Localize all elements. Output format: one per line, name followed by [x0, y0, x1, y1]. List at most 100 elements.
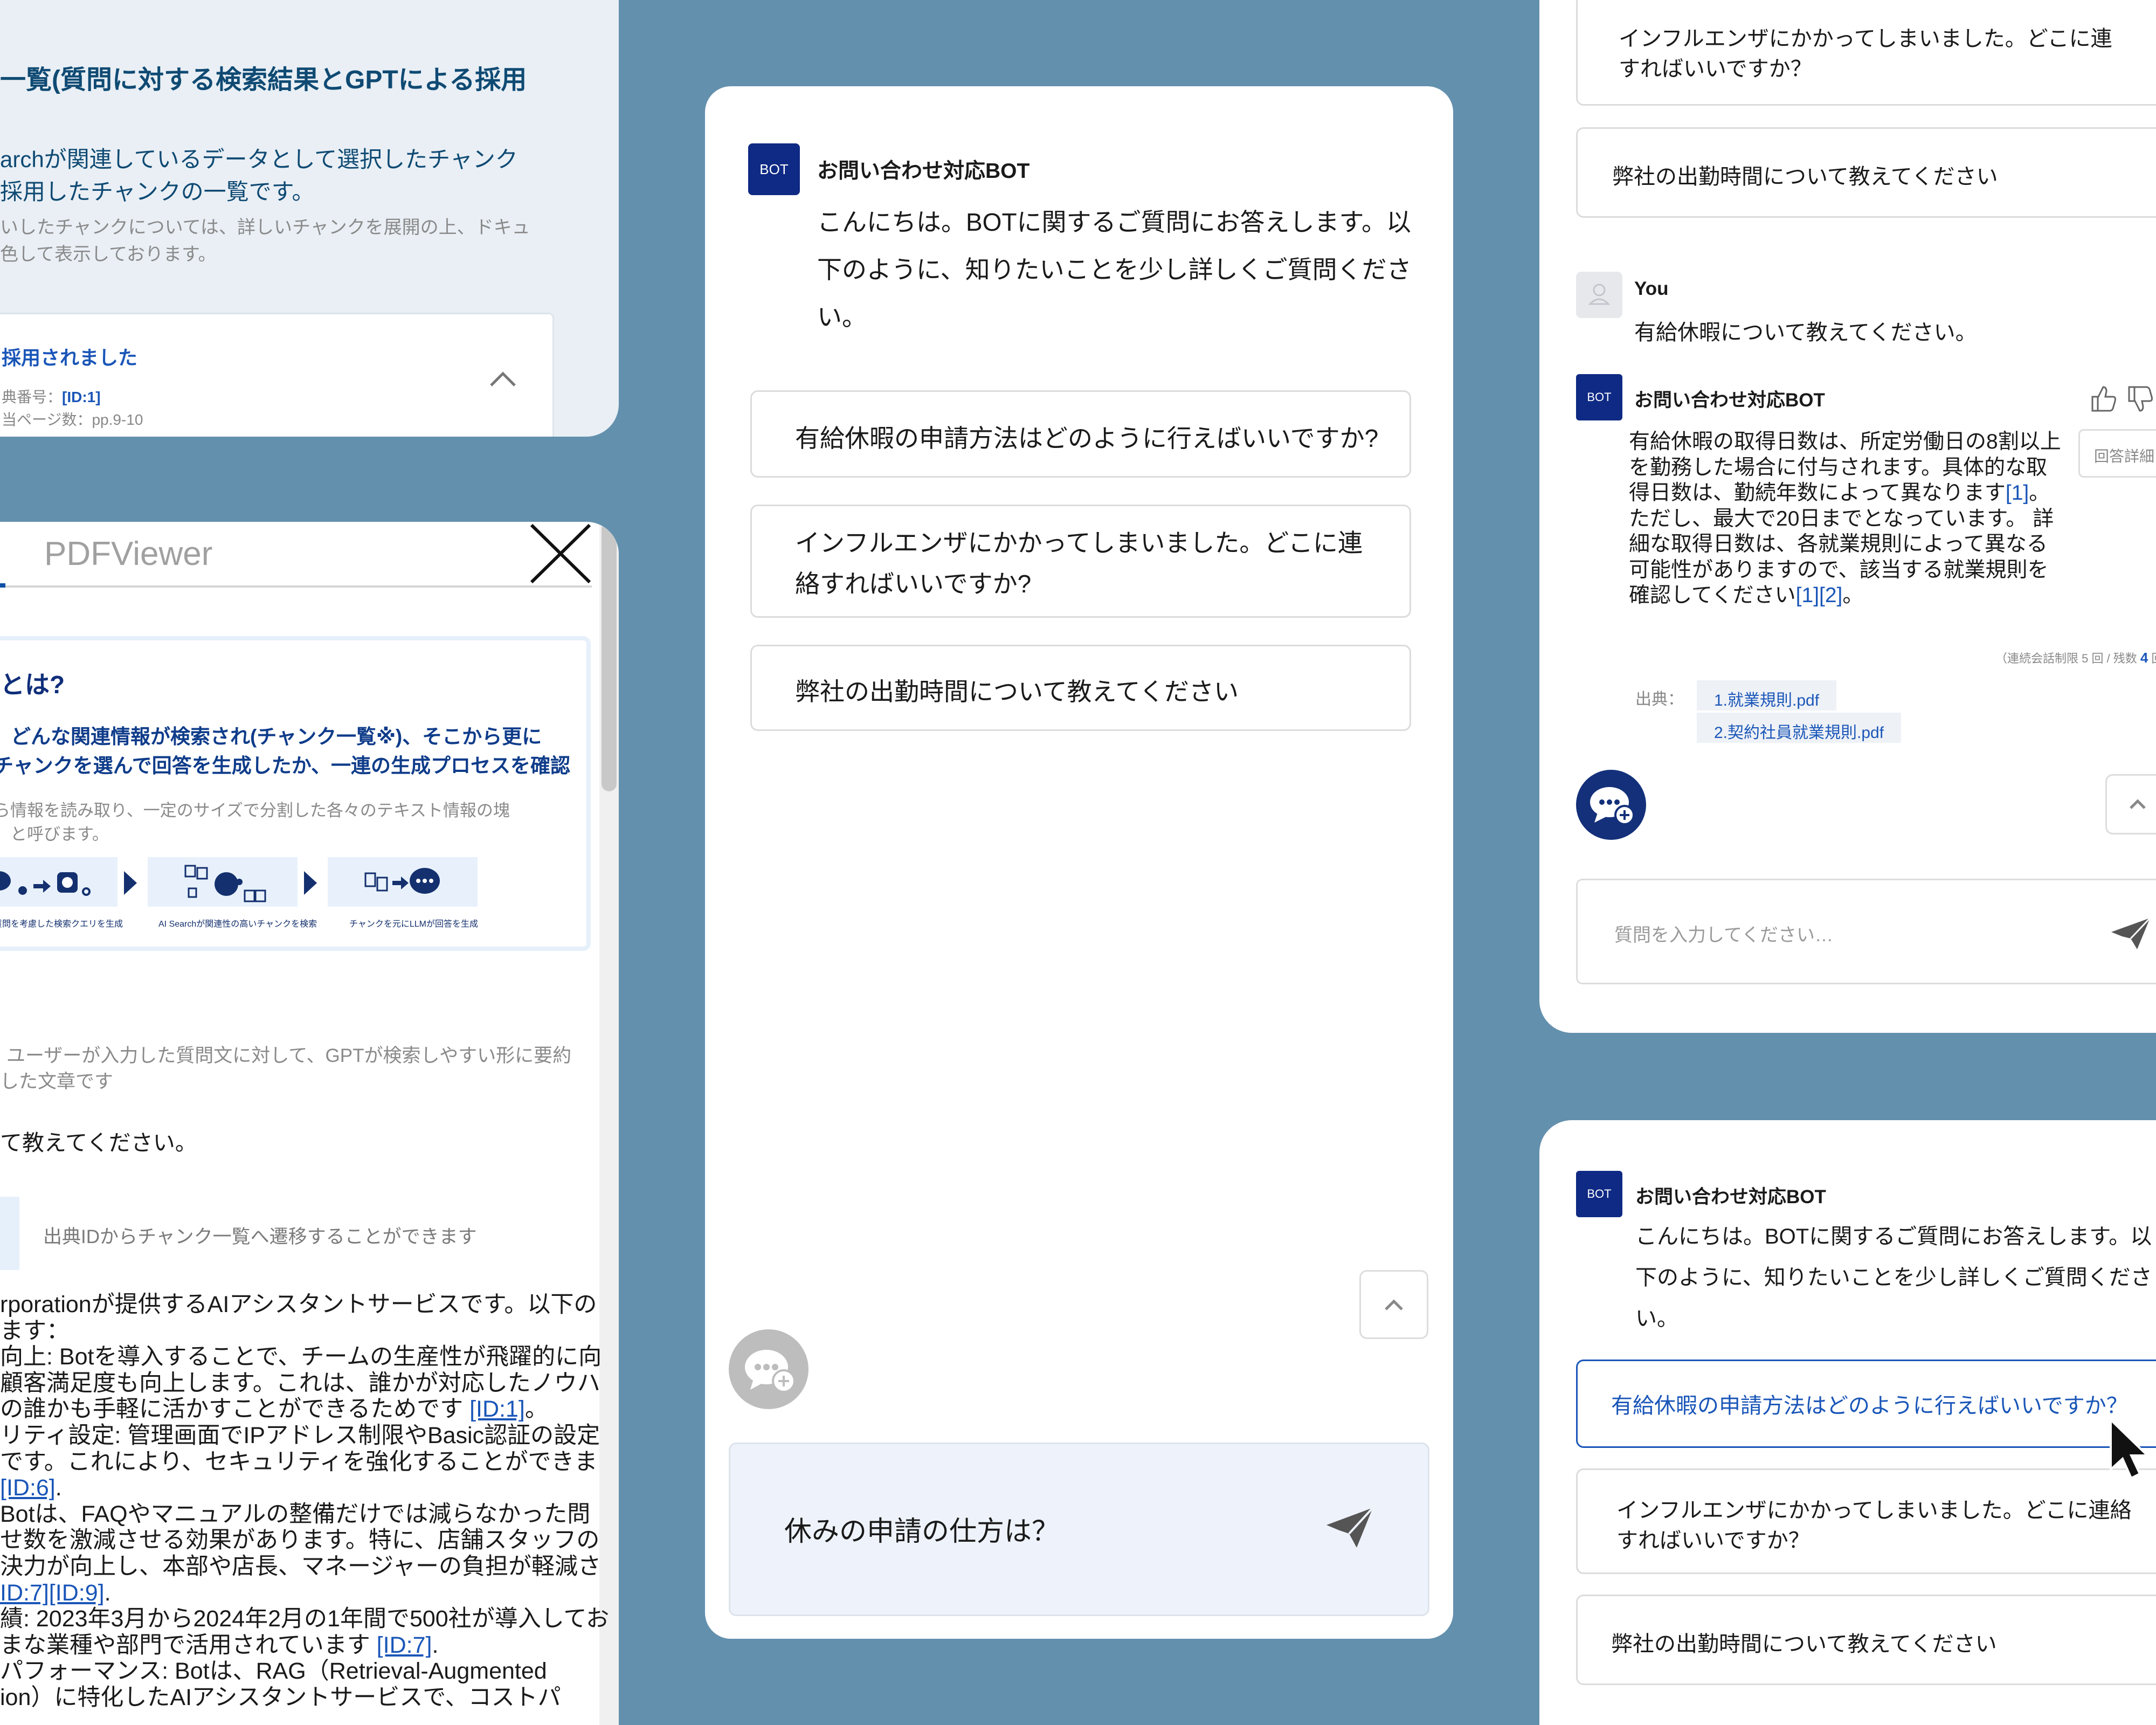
- info-line-1: どんな関連情報が検索され(チャンク一覧※)、そこから更に: [11, 726, 542, 748]
- pdf-body-text: rporationが提供するAIアシスタントサービスです。以下の: [0, 1292, 597, 1317]
- limit-text-a: （連続会話制限 5 回 / 残数: [1995, 652, 2140, 665]
- suggestion-2[interactable]: インフルエンザにかかってしまいました。どこに連絡 すればいいですか？: [1576, 1468, 2156, 1574]
- chunk-panel-desc-1: archが関連しているデータとして選択したチャンク: [0, 147, 518, 172]
- answer-detail-button[interactable]: 回答詳細: [2078, 429, 2156, 478]
- source-label: 出典：: [1635, 691, 1684, 708]
- citation-link[interactable]: [1][2]: [1796, 584, 1843, 607]
- pdf-body-line: 顧客満足度も向上します。これは、誰かが対応したノウハ: [0, 1370, 600, 1397]
- send-icon[interactable]: [2109, 916, 2152, 951]
- pdf-body-punct: .: [432, 1632, 439, 1658]
- prev-suggestion-1[interactable]: インフルエンザにかかってしまいました。どこに連 すればいいですか？: [1576, 0, 2156, 106]
- bot-name: お問い合わせ対応BOT: [1635, 1186, 1826, 1208]
- scroll-top-button[interactable]: [2105, 774, 2156, 834]
- pdf-body-text: 決力が向上し、本部や店長、マネージャーの負担が軽減さ: [0, 1553, 601, 1579]
- suggestion-2-line-2: すればいいですか？: [1616, 1529, 1810, 1552]
- source-no-label: 典番号：: [2, 389, 63, 405]
- query-desc-1: ユーザーが入力した質問文に対して、GPTが検索しやすい形に要約: [6, 1045, 572, 1066]
- source-chip-2[interactable]: 2.契約社員就業規則.pdf: [1697, 713, 1902, 743]
- chat-input-value[interactable]: 休みの申請の仕方は？: [784, 1509, 1059, 1549]
- citation-link[interactable]: [ID:1]: [469, 1396, 525, 1422]
- limit-remaining: 4: [2140, 650, 2148, 666]
- send-icon[interactable]: [1323, 1503, 1377, 1552]
- greeting: こんにちは。BOTに関するご質問にお答えします。以 下のように、知りたいことを少し…: [1635, 1216, 2156, 1339]
- chat-to-search-icon: [0, 871, 91, 896]
- flow-step-2: [148, 857, 298, 907]
- pdf-body-line: 績: 2023年3月から2024年2月の1年間で500社が導入してお: [0, 1606, 609, 1632]
- flow-caption-3: チャンクを元にLLMが回答を生成: [349, 920, 478, 929]
- pdf-body-line: ID:7][ID:9].: [0, 1580, 593, 1606]
- suggestion-1-text: 有給休暇の申請方法はどのように行えばいいですか?: [795, 424, 1379, 452]
- suggestion-1[interactable]: 有給休暇の申請方法はどのように行えばいいですか?: [750, 390, 1411, 478]
- chunk-card[interactable]: 採用されました 典番号：[ID:1] 当ページ数：pp.9-10: [0, 313, 554, 437]
- pdf-body-text: リティ設定: 管理画面でIPアドレス制限やBasic認証の設定: [0, 1422, 600, 1448]
- pdf-body-text: 顧客満足度も向上します。これは、誰かが対応したノウハ: [0, 1370, 600, 1396]
- prev-suggestion-1-line-1: インフルエンザにかかってしまいました。どこに連: [1619, 27, 2112, 51]
- answer-chat-panel: インフルエンザにかかってしまいました。どこに連 すればいいですか？ 弊社の出勤時…: [1539, 0, 2156, 1033]
- user-avatar: [1576, 272, 1622, 318]
- bot-avatar: BOT: [1576, 374, 1622, 420]
- flow-caption-2: AI Searchが関連性の高いチャンクを検索: [158, 920, 317, 929]
- citation-link[interactable]: [1]: [2006, 481, 2029, 505]
- close-icon[interactable]: [528, 522, 593, 585]
- chunk-panel-note-1: いしたチャンクについては、詳しいチャンクを展開の上、ドキュ: [0, 217, 530, 238]
- pdf-body-line: ion）に特化したAIアシスタントサービスで、コストパ: [0, 1685, 593, 1711]
- new-chat-button[interactable]: [1576, 770, 1646, 840]
- answer-punct: 。: [2029, 481, 2050, 505]
- flow-arrow-1: [124, 871, 137, 895]
- answer-text: 細な取得日数は、各就業規則によって異なる: [1629, 533, 2048, 556]
- flow-step-1: [0, 857, 118, 907]
- scrollbar[interactable]: [599, 522, 619, 1725]
- thumbs-up-icon[interactable]: [2088, 384, 2118, 414]
- pdf-body-text: rporationが提供するAIアシスタントサービスです。以下の ます： 向上: B…: [0, 1292, 609, 1711]
- chevron-up-icon: [1385, 1299, 1403, 1310]
- suggestion-3-text: 弊社の出勤時間について教えてください: [1611, 1632, 1997, 1656]
- scrollbar-thumb[interactable]: [602, 522, 617, 791]
- question-input[interactable]: 質問を入力してください…: [1576, 879, 2156, 984]
- chevron-up-icon[interactable]: [487, 368, 519, 390]
- user-name: You: [1634, 278, 1669, 299]
- title-underline: [0, 585, 592, 588]
- source-id-link[interactable]: [ID:1]: [62, 389, 101, 405]
- limit-text-b: 回: [2148, 652, 2156, 665]
- question-input-placeholder[interactable]: 質問を入力してください…: [1614, 920, 1833, 947]
- bot-avatar: BOT: [748, 143, 800, 195]
- source-chip-2-label: 2.契約社員就業規則.pdf: [1714, 724, 1884, 742]
- pdf-body-text: 績: 2023年3月から2024年2月の1年間で500社が導入してお: [0, 1606, 610, 1632]
- chunk-to-answer-icon: [364, 868, 440, 894]
- chevron-up-icon: [2130, 799, 2146, 809]
- pdf-body-line: まな業種や部門で活用されています [ID:7].: [0, 1632, 593, 1659]
- answer-line: 細な取得日数は、各就業規則によって異なる: [1629, 532, 2076, 557]
- pdf-body-text: です。これにより、セキュリティを強化することができま: [0, 1448, 598, 1475]
- citation-link[interactable]: [ID:6]: [0, 1475, 56, 1501]
- answer-text: 得日数は、勤続年数によって異なります: [1629, 481, 2006, 505]
- greeting-line: い。: [817, 303, 867, 331]
- suggestion-2[interactable]: インフルエンザにかかってしまいました。どこに連 絡すればいいですか?: [750, 505, 1411, 618]
- info-box: とは? どんな関連情報が検索され(チャンク一覧※)、そこから更に チャンクを選ん…: [0, 636, 591, 951]
- new-chat-icon: [745, 1350, 796, 1393]
- chunk-panel-note-2: 色して表示しております。: [0, 244, 217, 265]
- conversation-limit: （連続会話制限 5 回 / 残数 4 回: [1995, 649, 2156, 666]
- suggestion-2-line-1: インフルエンザにかかってしまいました。どこに連絡: [1616, 1499, 2132, 1522]
- answer-line: 得日数は、勤続年数によって異なります[1]。: [1629, 480, 2076, 506]
- answer-text: 可能性がありますので、該当する就業規則を: [1629, 558, 2049, 582]
- chat-input-box[interactable]: 休みの申請の仕方は？: [729, 1443, 1429, 1616]
- greeting-line: こんにちは。BOTに関するご質問にお答えします。以: [817, 208, 1411, 236]
- pdf-body-line: せ数を激減させる効果があります。特に、店舗スタッフの: [0, 1527, 599, 1554]
- prev-suggestion-2[interactable]: 弊社の出勤時間について教えてください: [1576, 127, 2156, 218]
- suggestion-selected[interactable]: 有給休暇の申請方法はどのように行えばいいですか？: [1576, 1360, 2156, 1448]
- title-underline-active: [0, 583, 5, 588]
- main-chat-window: BOT お問い合わせ対応BOT こんにちは。BOTに関するご質問にお答えします。…: [705, 86, 1453, 1639]
- thumbs-down-icon[interactable]: [2125, 384, 2155, 414]
- suggestion-3[interactable]: 弊社の出勤時間について教えてください: [1576, 1595, 2156, 1685]
- citation-link[interactable]: [ID:7]: [377, 1632, 432, 1658]
- new-chat-button[interactable]: [729, 1329, 808, 1409]
- pdf-body-text: ion）に特化したAIアシスタントサービスで、コストパ: [0, 1684, 561, 1710]
- user-icon: [1588, 284, 1611, 305]
- suggestion-3[interactable]: 弊社の出勤時間について教えてください: [750, 645, 1411, 731]
- scroll-top-button[interactable]: [1359, 1270, 1428, 1339]
- source-chip-1[interactable]: 1.就業規則.pdf: [1697, 680, 1837, 710]
- answer-line: 有給休暇の取得日数は、所定労働日の8割以上: [1629, 429, 2076, 455]
- citation-link[interactable]: ID:7][ID:9]: [0, 1580, 105, 1606]
- info-heading: とは?: [0, 671, 65, 699]
- user-message: 有給休暇について教えてください。: [1634, 321, 1977, 344]
